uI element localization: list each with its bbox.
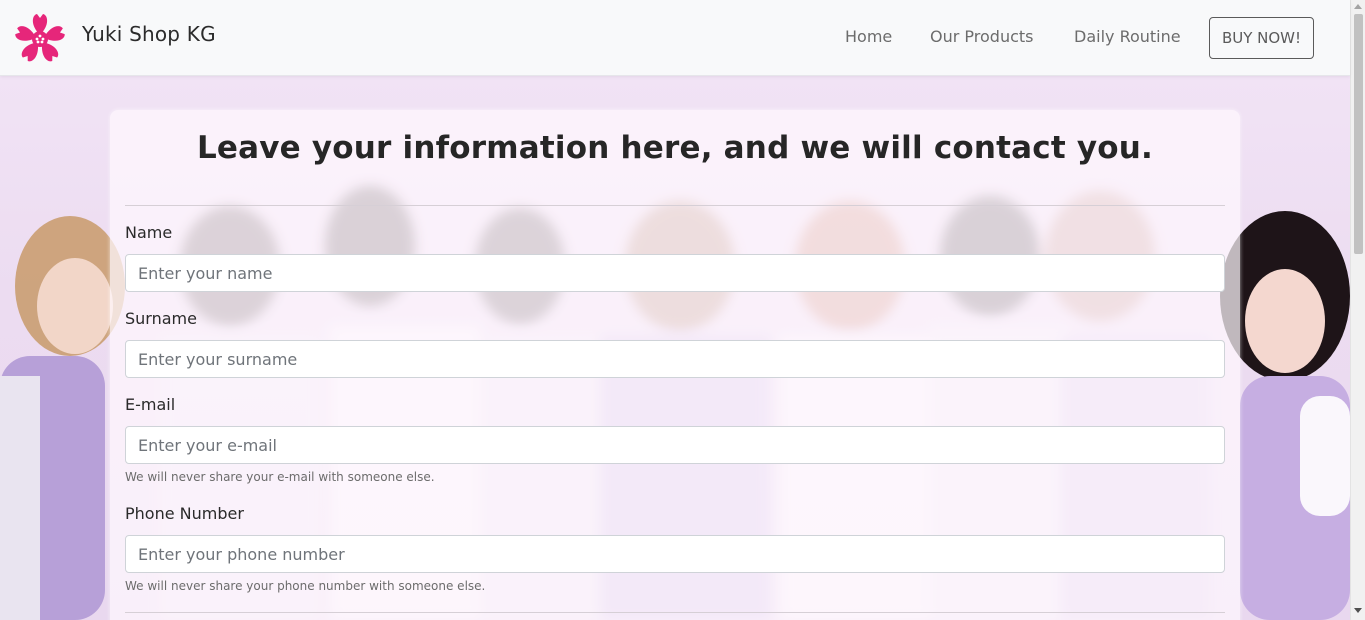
email-label: E-mail xyxy=(125,395,176,414)
phone-label: Phone Number xyxy=(125,504,244,523)
top-navbar: Yuki Shop KG Home Our Products Daily Rou… xyxy=(0,0,1350,76)
buy-now-button[interactable]: BUY NOW! xyxy=(1209,17,1314,59)
phone-input[interactable] xyxy=(125,535,1225,573)
surname-input[interactable] xyxy=(125,340,1225,378)
name-label: Name xyxy=(125,223,173,242)
email-input[interactable] xyxy=(125,426,1225,464)
form-divider xyxy=(125,205,1225,206)
scroll-thumb[interactable] xyxy=(1354,14,1363,254)
form-divider-bottom xyxy=(125,612,1225,613)
nav-link-our-products[interactable]: Our Products xyxy=(930,27,1033,46)
surname-label: Surname xyxy=(125,309,197,328)
contact-form-card: Leave your information here, and we will… xyxy=(110,110,1240,620)
page-scrollbar[interactable] xyxy=(1350,0,1365,620)
brand-name[interactable]: Yuki Shop KG xyxy=(82,22,216,46)
nav-link-home[interactable]: Home xyxy=(845,27,892,46)
nav-link-daily-routine[interactable]: Daily Routine xyxy=(1074,27,1181,46)
name-input[interactable] xyxy=(125,254,1225,292)
cherry-blossom-icon[interactable] xyxy=(14,12,66,64)
scroll-up-arrow-icon[interactable] xyxy=(1354,4,1362,9)
left-person-figure xyxy=(0,216,125,620)
form-title: Leave your information here, and we will… xyxy=(196,130,1154,166)
phone-help-text: We will never share your phone number wi… xyxy=(125,579,486,593)
email-help-text: We will never share your e-mail with som… xyxy=(125,470,435,484)
scroll-down-arrow-icon[interactable] xyxy=(1354,608,1362,613)
